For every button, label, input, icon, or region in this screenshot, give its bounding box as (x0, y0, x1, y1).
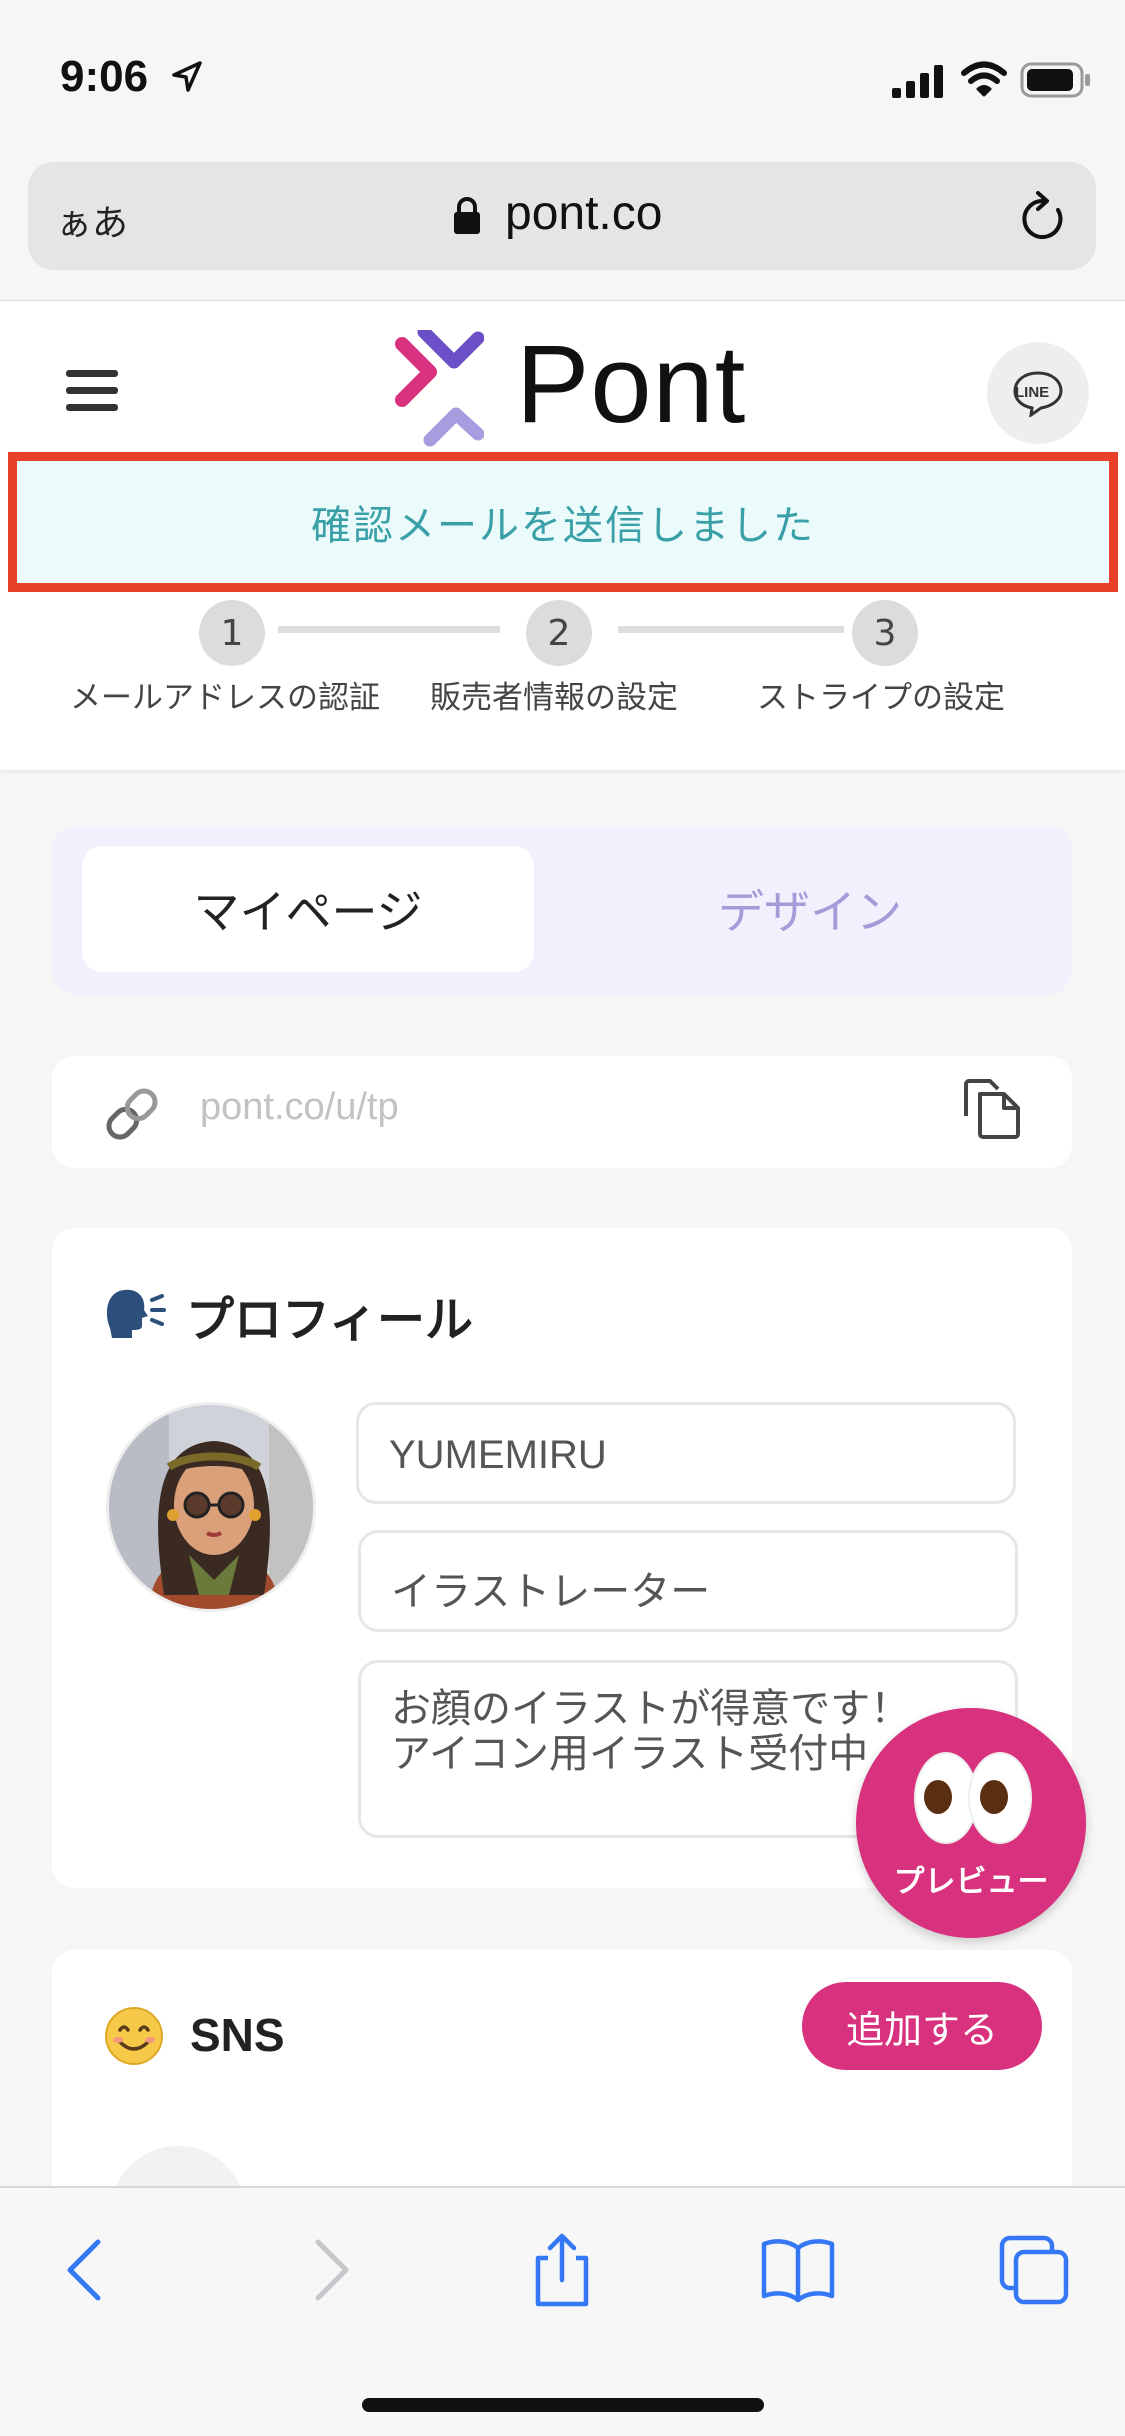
name-field[interactable]: YUMEMIRU (356, 1402, 1016, 1504)
line-label: LINE (1015, 384, 1050, 401)
status-bar (0, 0, 1125, 150)
step-1-label: メールアドレスの認証 (70, 680, 380, 716)
step-2-label: 販売者情報の設定 (430, 680, 678, 716)
reload-icon[interactable] (1018, 190, 1068, 244)
tab-mypage[interactable]: マイページ (82, 846, 534, 972)
notification-banner: 確認メールを送信しました (8, 452, 1118, 592)
wifi-icon (961, 61, 1007, 97)
hamburger-menu-icon[interactable] (64, 368, 120, 414)
bookmarks-icon[interactable] (760, 2232, 836, 2308)
step-2-circle: 2 (526, 600, 592, 666)
location-arrow-icon (172, 61, 202, 92)
avatar[interactable] (106, 1402, 316, 1612)
copy-icon[interactable] (960, 1076, 1024, 1140)
battery-icon (1020, 62, 1090, 98)
tab-design[interactable]: デザイン (570, 846, 1050, 972)
add-sns-button[interactable]: 追加する (802, 1982, 1042, 2070)
eye-right-icon (968, 1752, 1032, 1844)
sns-title: SNS (190, 2009, 285, 2061)
text-size-button[interactable]: ぁあ (56, 194, 128, 246)
share-icon[interactable] (524, 2232, 600, 2308)
bio-line-1: お顔のイラストが得意です！ (391, 1686, 911, 1732)
avatar-illustration (109, 1405, 313, 1609)
pont-logo-icon[interactable] (394, 330, 484, 450)
forward-icon[interactable] (290, 2232, 366, 2308)
preview-button[interactable] (856, 1708, 1086, 1938)
preview-label: プレビュー (893, 1864, 1049, 1900)
link-icon (106, 1088, 158, 1140)
home-indicator (362, 2398, 764, 2412)
lock-icon (454, 197, 480, 234)
step-3-circle: 3 (852, 600, 918, 666)
step-connector (618, 626, 844, 633)
step-connector (278, 626, 500, 633)
notification-message: 確認メールを送信しました (311, 503, 815, 549)
back-icon[interactable] (50, 2232, 126, 2308)
step-1-circle: 1 (199, 600, 265, 666)
url-text[interactable]: pont.co (505, 186, 662, 241)
job-title-field[interactable]: イラストレーター (358, 1530, 1018, 1632)
cellular-signal-icon (892, 65, 943, 98)
status-time: 9:06 (60, 52, 149, 101)
step-3-label: ストライプの設定 (757, 680, 1005, 716)
page-url-field[interactable]: pont.co/u/tp (200, 1086, 399, 1129)
speaking-head-icon (106, 1289, 166, 1338)
tabs-icon[interactable] (996, 2232, 1072, 2308)
logo-text[interactable]: Pont (516, 330, 746, 440)
profile-title: プロフィール (186, 1292, 474, 1348)
smiling-face-icon (105, 2007, 163, 2065)
